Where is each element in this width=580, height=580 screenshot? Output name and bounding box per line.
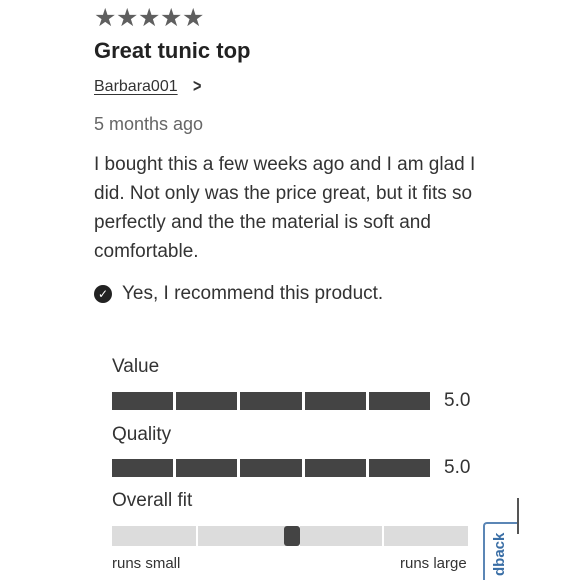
fit-high-label: runs large (400, 555, 467, 572)
star-icon: ★ (138, 4, 161, 32)
rating-segment (240, 459, 302, 477)
rating-segment (368, 392, 431, 410)
review-card: ★ ★ ★ ★ ★ Great tunic top Barbara001 > 5… (0, 0, 580, 580)
recommend-row: ✓ Yes, I recommend this product. (94, 283, 383, 305)
review-body: I bought this a few weeks ago and I am g… (94, 154, 476, 262)
review-date: 5 months ago (94, 114, 204, 134)
rating-value-quality: 5.0 (444, 457, 471, 478)
star-icon: ★ (94, 4, 117, 32)
rating-label-quality: Quality (112, 424, 172, 445)
star-icon: ★ (182, 4, 205, 32)
check-circle-icon: ✓ (94, 285, 112, 303)
rating-bar-quality (112, 459, 431, 477)
star-icon: ★ (160, 4, 183, 32)
rating-segment (304, 392, 366, 410)
rating-segment (112, 392, 174, 410)
scrollbar[interactable] (517, 498, 519, 534)
rating-value-value: 5.0 (444, 390, 471, 411)
rating-segment (112, 459, 174, 477)
author-link[interactable]: Barbara001 (94, 78, 178, 96)
rating-segment (176, 459, 238, 477)
rating-segment (304, 459, 366, 477)
chevron-right-icon[interactable]: > (193, 76, 201, 97)
author-row[interactable]: Barbara001 > (94, 76, 202, 97)
fit-divider (196, 526, 198, 546)
fit-divider (382, 526, 384, 546)
rating-segment (368, 459, 431, 477)
rating-segment (240, 392, 302, 410)
feedback-button[interactable]: dback (483, 522, 517, 580)
star-icon: ★ (116, 4, 139, 32)
rating-label-value: Value (112, 356, 160, 377)
fit-label: Overall fit (112, 490, 193, 511)
star-rating: ★ ★ ★ ★ ★ (94, 6, 204, 31)
fit-indicator (284, 526, 300, 546)
rating-segment (176, 392, 238, 410)
fit-low-label: runs small (112, 555, 181, 572)
feedback-label: dback (491, 532, 508, 576)
review-title: Great tunic top (94, 38, 251, 63)
fit-track (112, 526, 468, 546)
recommend-text: Yes, I recommend this product. (122, 283, 384, 304)
rating-bar-value (112, 392, 431, 410)
